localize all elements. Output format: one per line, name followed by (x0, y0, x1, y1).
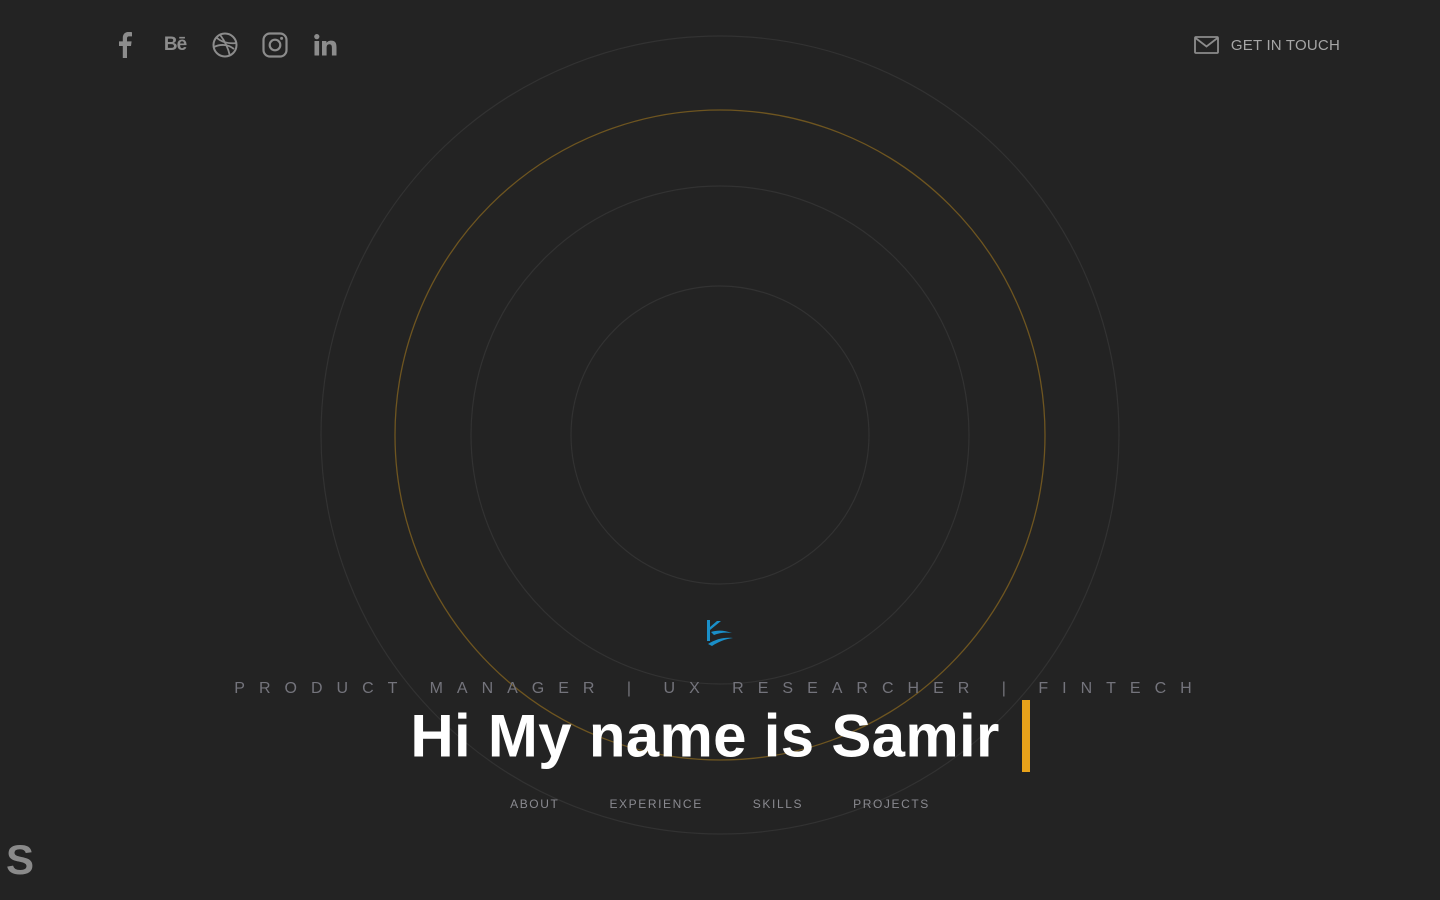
roles-tagline: PRODUCT MANAGER | UX RESEARCHER | FINTEC… (234, 680, 1206, 697)
nav-skills[interactable]: SKILLS (753, 797, 803, 811)
headline-text: Hi My name is Samir (410, 702, 1000, 770)
corner-monogram: S (6, 836, 35, 883)
hero-headline: Hi My name is Samir (0, 700, 1440, 772)
hero-page: Bē GET IN TOUCH PRODUCT MANAGER | UX RES… (0, 0, 1440, 900)
facebook-link[interactable] (110, 28, 140, 62)
get-in-touch-link[interactable]: GET IN TOUCH (1194, 30, 1340, 60)
middle-ring (470, 185, 970, 685)
social-links: Bē (110, 28, 360, 62)
brand-logo-icon (703, 616, 737, 650)
behance-icon: Bē (163, 34, 187, 55)
mail-icon (1194, 36, 1219, 54)
bottom-nav: ABOUT EXPERIENCE SKILLS PROJECTS (0, 797, 1440, 811)
accent-ring (394, 109, 1046, 761)
inner-ring (570, 285, 870, 585)
nav-projects[interactable]: PROJECTS (853, 797, 930, 811)
nav-about[interactable]: ABOUT (510, 797, 559, 811)
typing-cursor (1021, 700, 1030, 772)
behance-link[interactable]: Bē (160, 28, 190, 62)
linkedin-icon (313, 33, 337, 57)
instagram-link[interactable] (260, 28, 290, 62)
facebook-icon (118, 32, 132, 58)
get-in-touch-label: GET IN TOUCH (1230, 36, 1340, 54)
nav-experience[interactable]: EXPERIENCE (609, 797, 702, 811)
linkedin-link[interactable] (310, 28, 340, 62)
dribbble-link[interactable] (210, 28, 240, 62)
instagram-icon (262, 32, 288, 58)
dribbble-icon (212, 32, 238, 58)
